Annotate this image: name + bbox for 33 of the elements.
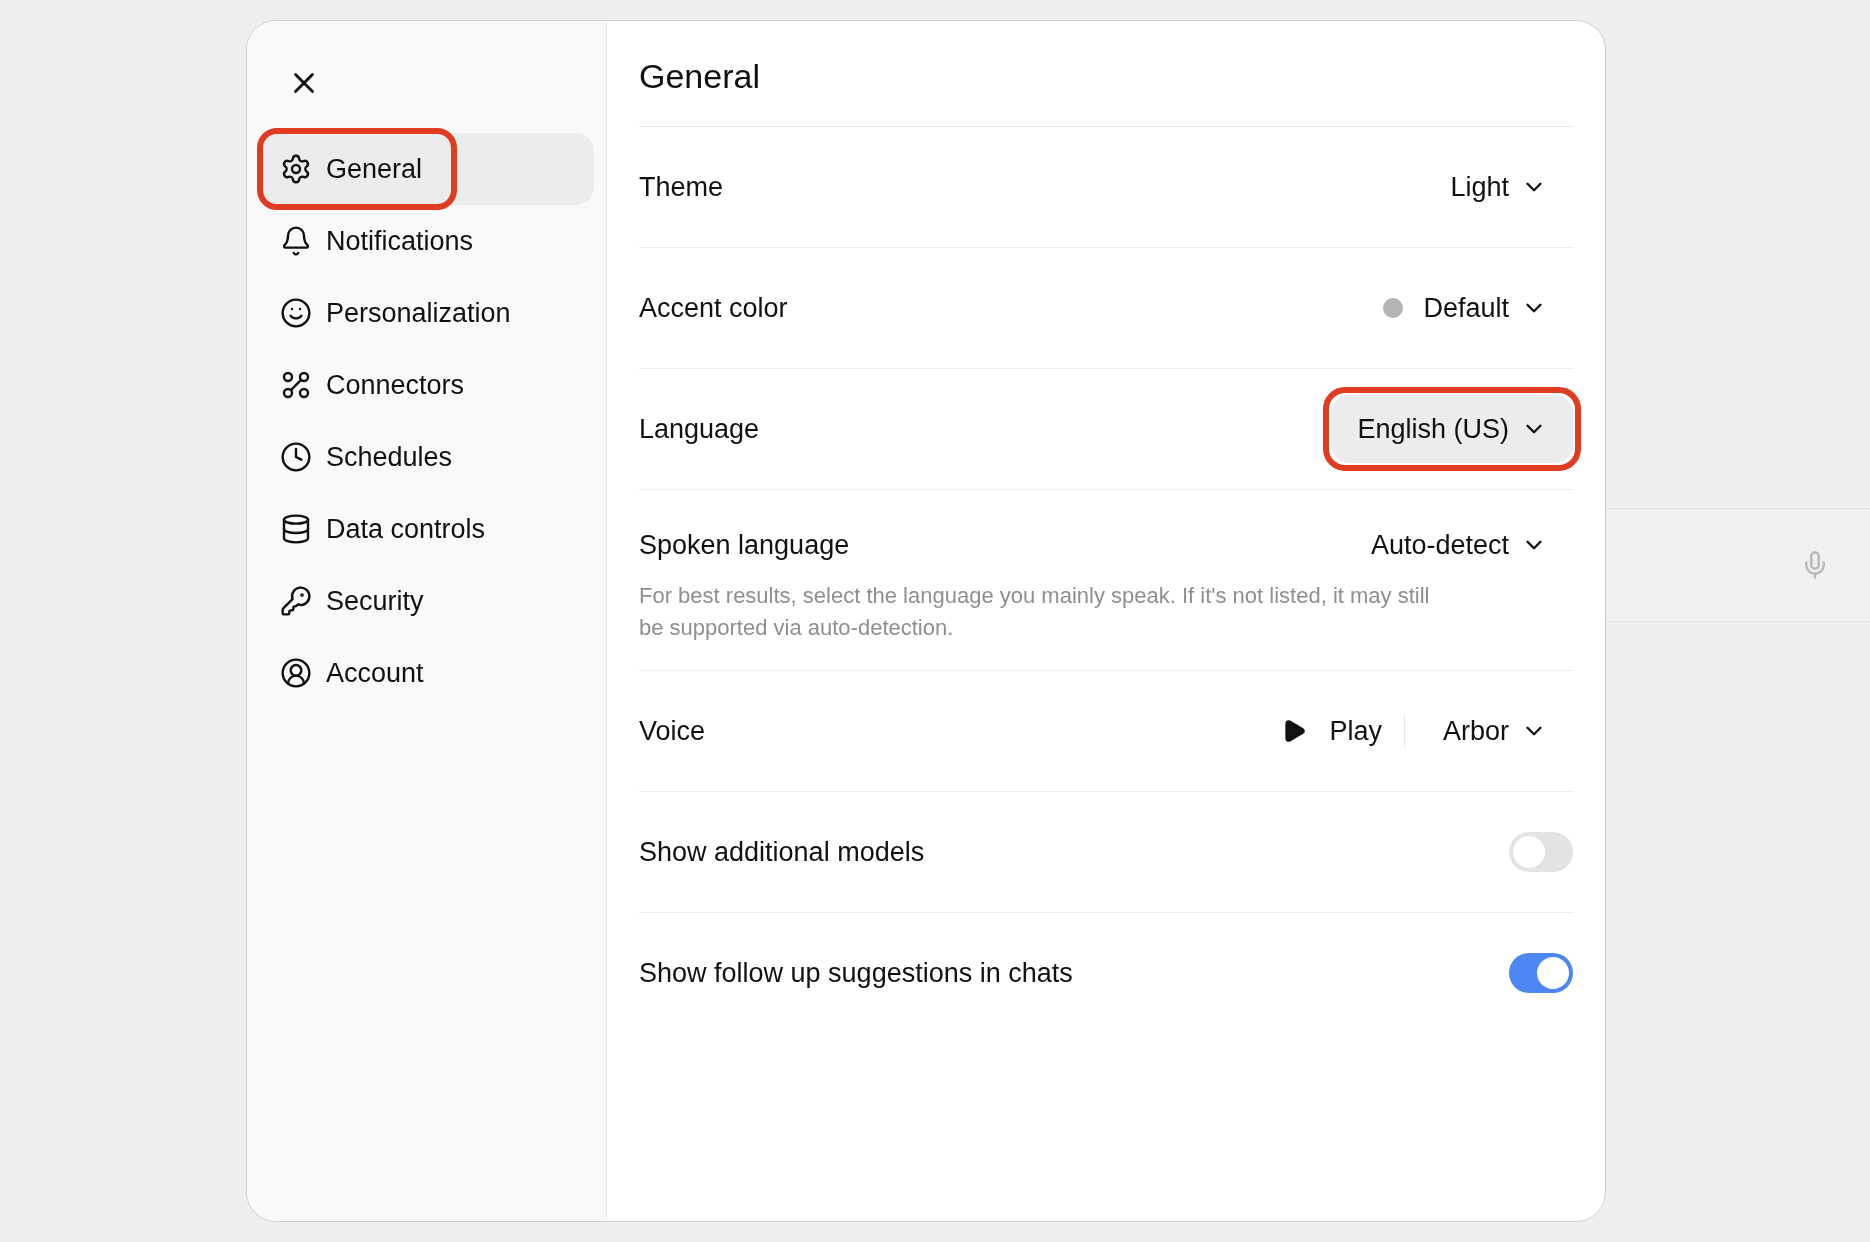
dropdown-button[interactable]: Auto-detect	[1344, 510, 1573, 580]
sidebar-item[interactable]: Data controls	[262, 493, 594, 565]
toggle-switch[interactable]	[1509, 953, 1573, 993]
dropdown-button[interactable]: Arbor	[1416, 696, 1573, 766]
user-circle-icon	[280, 657, 312, 689]
setting-description: For best results, select the language you mainly speak. If it's not listed, it may still be supported via auto-detection.	[639, 582, 1431, 642]
bell-icon	[280, 225, 312, 257]
sidebar-item[interactable]: General	[262, 133, 594, 205]
dropdown-button[interactable]: English (US)	[1331, 394, 1573, 464]
clock-icon	[280, 441, 312, 473]
gear-icon	[280, 153, 312, 185]
dropdown-button[interactable]: Default	[1357, 273, 1573, 343]
sidebar-item[interactable]: Schedules	[262, 421, 594, 493]
sidebar-item[interactable]: Connectors	[262, 349, 594, 421]
sidebar-item[interactable]: Account	[262, 637, 594, 709]
sidebar-item[interactable]: Personalization	[262, 277, 594, 349]
setting-label: Show additional models	[639, 835, 925, 869]
sidebar-item[interactable]: Notifications	[262, 205, 594, 277]
toggle-switch[interactable]	[1509, 832, 1573, 872]
setting-label: Spoken language	[639, 528, 850, 562]
sidebar-item[interactable]: Security	[262, 565, 594, 637]
dropdown-button[interactable]: Light	[1424, 152, 1573, 222]
setting-label: Voice	[639, 714, 706, 748]
setting-label: Language	[639, 412, 760, 446]
panel-title: General	[639, 51, 1573, 127]
setting-label: Theme	[639, 170, 724, 204]
nodes-icon	[280, 369, 312, 401]
setting-label: Show follow up suggestions in chats	[639, 956, 1073, 990]
setting-label: Accent color	[639, 291, 788, 325]
key-icon	[280, 585, 312, 617]
database-icon	[280, 513, 312, 545]
play-button[interactable]: Play	[1271, 696, 1392, 766]
smiley-icon	[280, 297, 312, 329]
